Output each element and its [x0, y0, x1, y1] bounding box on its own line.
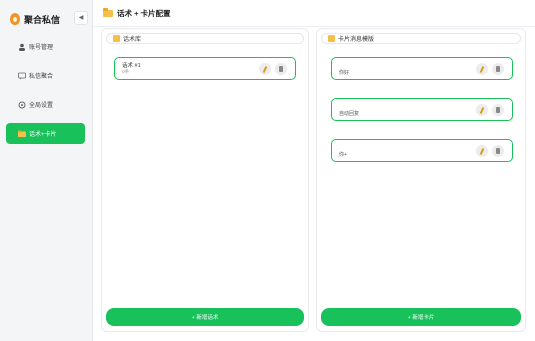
sidebar-item-scripts-cards[interactable]: 话术+卡片: [6, 123, 85, 144]
notepad-icon: [328, 35, 335, 42]
user-icon: [17, 42, 26, 51]
delete-button[interactable]: [492, 63, 504, 75]
brand-name: 聚合私信: [24, 14, 61, 25]
trash-icon: [496, 107, 500, 113]
sidebar-item-label: 私信聚合: [29, 74, 54, 80]
sidebar-item-settings[interactable]: 全局设置: [6, 94, 85, 115]
card-item[interactable]: 自动回复: [331, 98, 513, 121]
page-title: 话术 + 卡片配置: [117, 8, 171, 18]
edit-button[interactable]: [476, 63, 488, 75]
pencil-icon: [479, 147, 485, 155]
sidebar: 聚合私信 ◀ 账号管理 私信聚合 全局设置 话术+卡片: [0, 0, 93, 341]
cards-panel-title: 卡片消息模版: [338, 37, 375, 43]
chat-icon: [17, 71, 26, 80]
page-header: 话术 + 卡片配置: [93, 0, 535, 27]
cards-panel: 卡片消息模版 你好 自动回复 你+ + 新增卡片: [316, 28, 526, 332]
trash-icon: [279, 66, 283, 72]
script-item-count: 0条: [122, 69, 130, 74]
gear-icon: [17, 100, 26, 109]
sidebar-item-accounts[interactable]: 账号管理: [6, 36, 85, 57]
trash-icon: [496, 148, 500, 154]
pencil-icon: [262, 65, 268, 73]
notepad-icon: [113, 35, 120, 42]
logo-icon: [10, 13, 20, 25]
folder-icon: [17, 129, 26, 138]
sidebar-item-label: 全局设置: [29, 103, 54, 109]
card-item-text: 你+: [339, 152, 347, 158]
scripts-panel: 话术库 话术 #1 0条 + 新增话术: [101, 28, 309, 332]
pencil-icon: [479, 65, 485, 73]
card-item-text: 自动回复: [339, 111, 360, 117]
script-item-title: 话术 #1: [122, 63, 141, 69]
delete-button[interactable]: [492, 145, 504, 157]
delete-button[interactable]: [492, 104, 504, 116]
folder-icon: [103, 7, 113, 17]
cards-panel-header: 卡片消息模版: [321, 33, 521, 44]
add-script-button[interactable]: + 新增话术: [106, 308, 304, 326]
edit-button[interactable]: [476, 145, 488, 157]
sidebar-item-label: 话术+卡片: [29, 132, 57, 138]
delete-button[interactable]: [275, 63, 287, 75]
trash-icon: [496, 66, 500, 72]
pencil-icon: [479, 106, 485, 114]
collapse-sidebar-button[interactable]: ◀: [74, 11, 88, 25]
card-item[interactable]: 你好: [331, 57, 513, 80]
edit-button[interactable]: [476, 104, 488, 116]
script-item[interactable]: 话术 #1 0条: [114, 57, 296, 80]
scripts-panel-title: 话术库: [123, 37, 142, 43]
card-item[interactable]: 你+: [331, 139, 513, 162]
scripts-panel-header: 话术库: [106, 33, 304, 44]
sidebar-nav: 账号管理 私信聚合 全局设置 话术+卡片: [6, 36, 85, 152]
sidebar-item-label: 账号管理: [29, 45, 54, 51]
add-card-button[interactable]: + 新增卡片: [321, 308, 521, 326]
sidebar-item-messages[interactable]: 私信聚合: [6, 65, 85, 86]
edit-button[interactable]: [259, 63, 271, 75]
card-item-text: 你好: [339, 70, 350, 76]
